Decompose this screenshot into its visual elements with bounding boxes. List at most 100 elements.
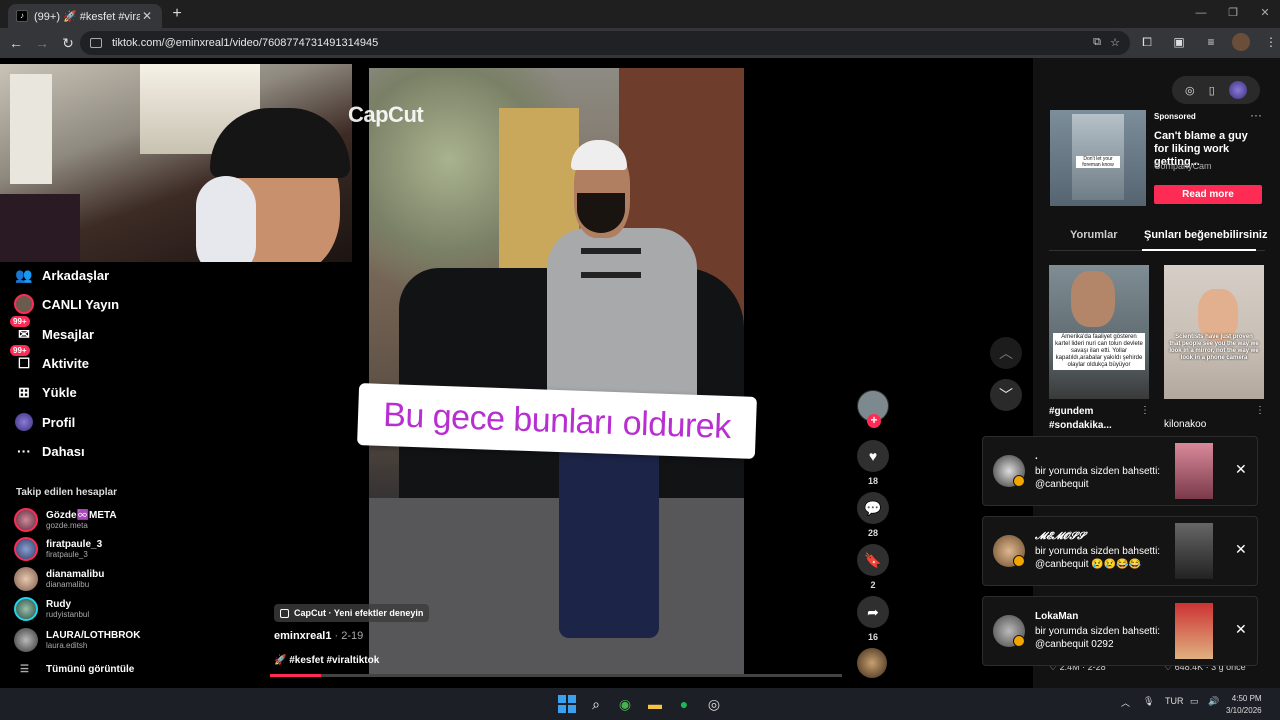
chrome-icon[interactable]: ◉ <box>615 694 635 714</box>
volume-icon[interactable]: 🔊 <box>1208 696 1219 707</box>
close-icon[interactable]: ✕ <box>1235 461 1247 478</box>
avatar <box>14 567 38 591</box>
notification-user: . <box>1035 451 1038 462</box>
following-account[interactable]: dianamalibu dianamalibu <box>14 567 104 591</box>
network-icon[interactable]: ▭ <box>1190 696 1199 707</box>
account-handle: dianamalibu <box>46 579 90 589</box>
tab-recommended[interactable]: Şunları beğenebilirsiniz <box>1144 229 1267 241</box>
tab-comments[interactable]: Yorumlar <box>1070 229 1117 241</box>
spotify-icon[interactable]: ● <box>674 694 694 714</box>
sidebar-item-label: Mesajlar <box>42 326 95 342</box>
follow-plus-icon[interactable]: + <box>867 414 881 428</box>
following-account[interactable]: firatpaule_3 firatpaule_3 <box>14 537 102 561</box>
tab-close-icon[interactable]: ✕ <box>140 9 154 23</box>
more-icon[interactable]: ⋮ <box>1140 405 1150 416</box>
close-icon[interactable]: ✕ <box>1235 541 1247 558</box>
read-more-button[interactable]: Read more <box>1154 185 1262 204</box>
back-icon[interactable]: ← <box>4 31 28 55</box>
clock-time: 4:50 PM <box>1231 694 1262 703</box>
browser-tab[interactable]: ♪ (99+) 🚀 #kesfet #viraltiktok | TikTok … <box>8 4 162 28</box>
maximize-icon[interactable]: ❐ <box>1218 4 1248 22</box>
close-window-icon[interactable]: ✕ <box>1250 4 1280 22</box>
sidebar-item-messages[interactable]: ✉ 99+ Mesajlar <box>10 316 95 345</box>
bookmark-star-icon[interactable]: ☆ <box>1108 36 1122 49</box>
sidebar-item-profile[interactable]: Profil <box>14 411 75 433</box>
sidebar-item-label: Dahası <box>42 443 85 459</box>
avatar <box>14 508 38 532</box>
user-avatar[interactable] <box>1228 81 1247 99</box>
ad-more-icon[interactable]: ··· <box>1250 108 1262 122</box>
sidebar-item-label: Aktivite <box>42 355 89 371</box>
input-language[interactable]: TUR <box>1165 696 1184 706</box>
video-author[interactable]: eminxreal1 <box>274 630 331 642</box>
video-author-line: eminxreal1 · 2-19 <box>274 630 363 642</box>
recommended-video-thumb[interactable]: Scientists have just proven that people … <box>1164 265 1264 399</box>
reload-icon[interactable]: ↻ <box>56 31 80 55</box>
browser-menu-icon[interactable]: ⋮ <box>1260 31 1280 53</box>
video-progress-bar[interactable] <box>270 674 842 677</box>
obs-icon[interactable]: ◎ <box>704 694 724 714</box>
search-icon[interactable]: ⌕ <box>586 694 606 714</box>
comment-icon[interactable]: 💬 <box>857 492 889 524</box>
recommended-caption[interactable]: #gundem #sondakika... <box>1049 405 1139 433</box>
recommended-caption[interactable]: kilonakoo <box>1164 418 1206 432</box>
tray-overflow-icon[interactable]: ︿ <box>1121 696 1130 709</box>
minimize-icon[interactable]: — <box>1186 4 1216 22</box>
extensions-icon[interactable]: ⧠ <box>1136 31 1158 53</box>
bookmark-icon[interactable]: 🔖 <box>857 544 889 576</box>
phone-icon[interactable]: ▯ <box>1209 84 1215 97</box>
sidebar-item-activity[interactable]: ☐ 99+ Aktivite <box>10 345 89 374</box>
video-hashtags[interactable]: 🚀 #kesfet #viraltiktok <box>274 655 379 666</box>
see-all-following-link[interactable]: ☰ Tümünü görüntüle <box>20 664 134 675</box>
browser-profile-avatar[interactable] <box>1232 33 1250 51</box>
capcut-watermark: CapCut <box>348 102 424 127</box>
following-heading: Takip edilen hesaplar <box>16 487 117 498</box>
file-explorer-icon[interactable]: ▬ <box>645 694 665 714</box>
sidebar-item-more[interactable]: ··· Dahası <box>14 440 85 462</box>
address-bar[interactable]: tiktok.com/@eminxreal1/video/76087747314… <box>80 31 1130 55</box>
ad-thumbnail[interactable]: Don't let your foreman know <box>1050 110 1146 206</box>
sidebar-item-live[interactable]: CANLI Yayın <box>14 293 119 315</box>
mention-notification[interactable]: 𝓜𝓔𝓜𝓞𝓢𝓢 bir yorumda sizden bahsetti: @can… <box>982 516 1258 586</box>
url-text: tiktok.com/@eminxreal1/video/76087747314… <box>112 37 379 49</box>
new-tab-button[interactable]: + <box>168 4 186 24</box>
account-handle: firatpaule_3 <box>46 549 88 559</box>
following-account[interactable]: Rudy rudyistanbul <box>14 597 89 621</box>
media-icon[interactable]: ≡ <box>1200 31 1222 53</box>
windows-start-icon[interactable] <box>557 694 577 714</box>
microphone-icon[interactable]: 🎙 <box>1143 696 1154 707</box>
sidebar-item-friends[interactable]: 👥 Arkadaşlar <box>14 264 109 286</box>
messages-badge: 99+ <box>10 316 30 327</box>
site-info-icon[interactable] <box>90 38 102 48</box>
compass-icon[interactable]: ◎ <box>1185 84 1195 97</box>
chevron-down-icon[interactable]: ﹀ <box>990 379 1022 411</box>
extension-icons: ⧠ ▣ ≡ ⋮ <box>1136 31 1280 53</box>
notification-text: bir yorumda sizden bahsetti: @canbequit … <box>1035 546 1161 570</box>
chevron-up-icon[interactable]: ︿ <box>990 337 1022 369</box>
video-shirt-logo <box>581 248 641 278</box>
more-icon[interactable]: ⋮ <box>1255 405 1265 416</box>
install-app-icon[interactable]: ⧉ <box>1090 36 1104 49</box>
mention-notification[interactable]: LokaMan bir yorumda sizden bahsetti: @ca… <box>982 596 1258 666</box>
music-disc-icon[interactable] <box>857 648 887 678</box>
notification-user: LokaMan <box>1035 611 1079 622</box>
following-account[interactable]: Gözde♾️META gozde.meta <box>14 508 117 532</box>
screen: ♪ (99+) 🚀 #kesfet #viraltiktok | TikTok … <box>0 0 1280 720</box>
following-account[interactable]: LAURA/LOTHBROK laura.editsh <box>14 628 140 652</box>
right-panel-toolbar: ◎ ▯ <box>1172 76 1260 104</box>
share-arrow-icon[interactable]: ➦ <box>857 596 889 628</box>
avatar <box>14 537 38 561</box>
mention-notification[interactable]: . bir yorumda sizden bahsetti: @canbequi… <box>982 436 1258 506</box>
like-heart-icon[interactable]: ♥ <box>857 440 889 472</box>
effect-chip-label: CapCut · Yeni efektler deneyin <box>294 608 424 618</box>
forward-icon[interactable]: → <box>30 31 54 55</box>
system-clock[interactable]: 4:50 PM 3/10/2026 <box>1226 693 1262 717</box>
sidebar-item-upload[interactable]: ⊞ Yükle <box>14 381 77 403</box>
recommended-video-thumb[interactable]: Amerika'da faaliyet gösteren kartel lide… <box>1049 265 1149 399</box>
video-player[interactable] <box>369 68 744 676</box>
split-view-icon[interactable]: ▣ <box>1168 31 1190 53</box>
webcam-overlay <box>0 64 352 262</box>
capcut-effect-chip[interactable]: CapCut · Yeni efektler deneyin <box>274 604 430 622</box>
close-icon[interactable]: ✕ <box>1235 621 1247 638</box>
video-date: · 2-19 <box>331 630 364 642</box>
